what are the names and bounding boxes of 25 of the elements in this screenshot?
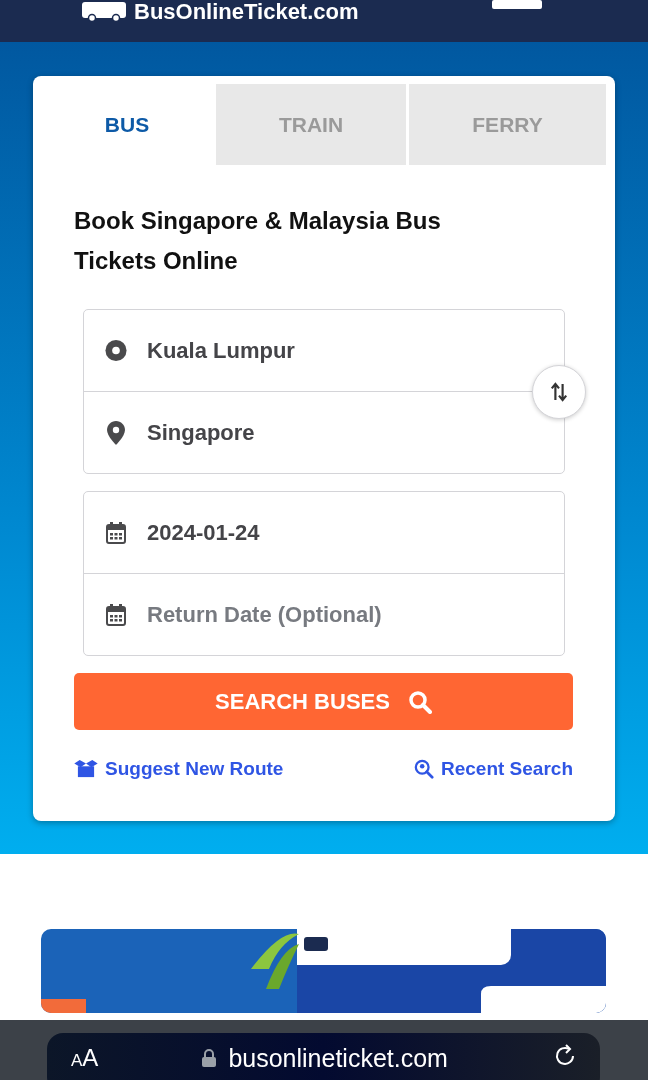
box-icon xyxy=(74,760,98,778)
swap-arrows-icon xyxy=(550,382,568,402)
text-size-button[interactable]: AA xyxy=(71,1043,99,1076)
link[interactable]: Suggest New Route xyxy=(74,758,284,780)
logo-text[interactable]: BusOnlineTicket.com xyxy=(134,0,359,24)
lock-icon xyxy=(202,1049,217,1067)
url-text: busonlineticket.com xyxy=(228,1043,448,1073)
date-field[interactable]: 2024-01-24 xyxy=(84,492,564,573)
heading: Book Singapore & Malaysia Bus Tickets Online xyxy=(74,206,442,276)
origin-circle-icon xyxy=(104,339,128,362)
calendar-icon xyxy=(104,521,128,544)
link[interactable]: Recent Search xyxy=(414,758,573,780)
date-placeholder: Return Date (Optional) xyxy=(147,601,382,628)
search-location-icon xyxy=(414,759,434,779)
location-field[interactable]: Kuala Lumpur xyxy=(84,310,564,391)
search-icon xyxy=(407,689,432,714)
address-bar[interactable]: AA busonlineticket.com xyxy=(47,1033,600,1080)
date-value: 2024-01-24 xyxy=(147,519,260,546)
calendar-icon xyxy=(104,603,128,626)
swap-button[interactable] xyxy=(532,365,586,419)
location-value: Singapore xyxy=(147,419,255,446)
date-field[interactable]: Return Date (Optional) xyxy=(84,573,564,655)
location-pin-icon xyxy=(104,420,128,445)
location-value: Kuala Lumpur xyxy=(147,337,295,364)
menu-icon[interactable] xyxy=(492,0,542,10)
